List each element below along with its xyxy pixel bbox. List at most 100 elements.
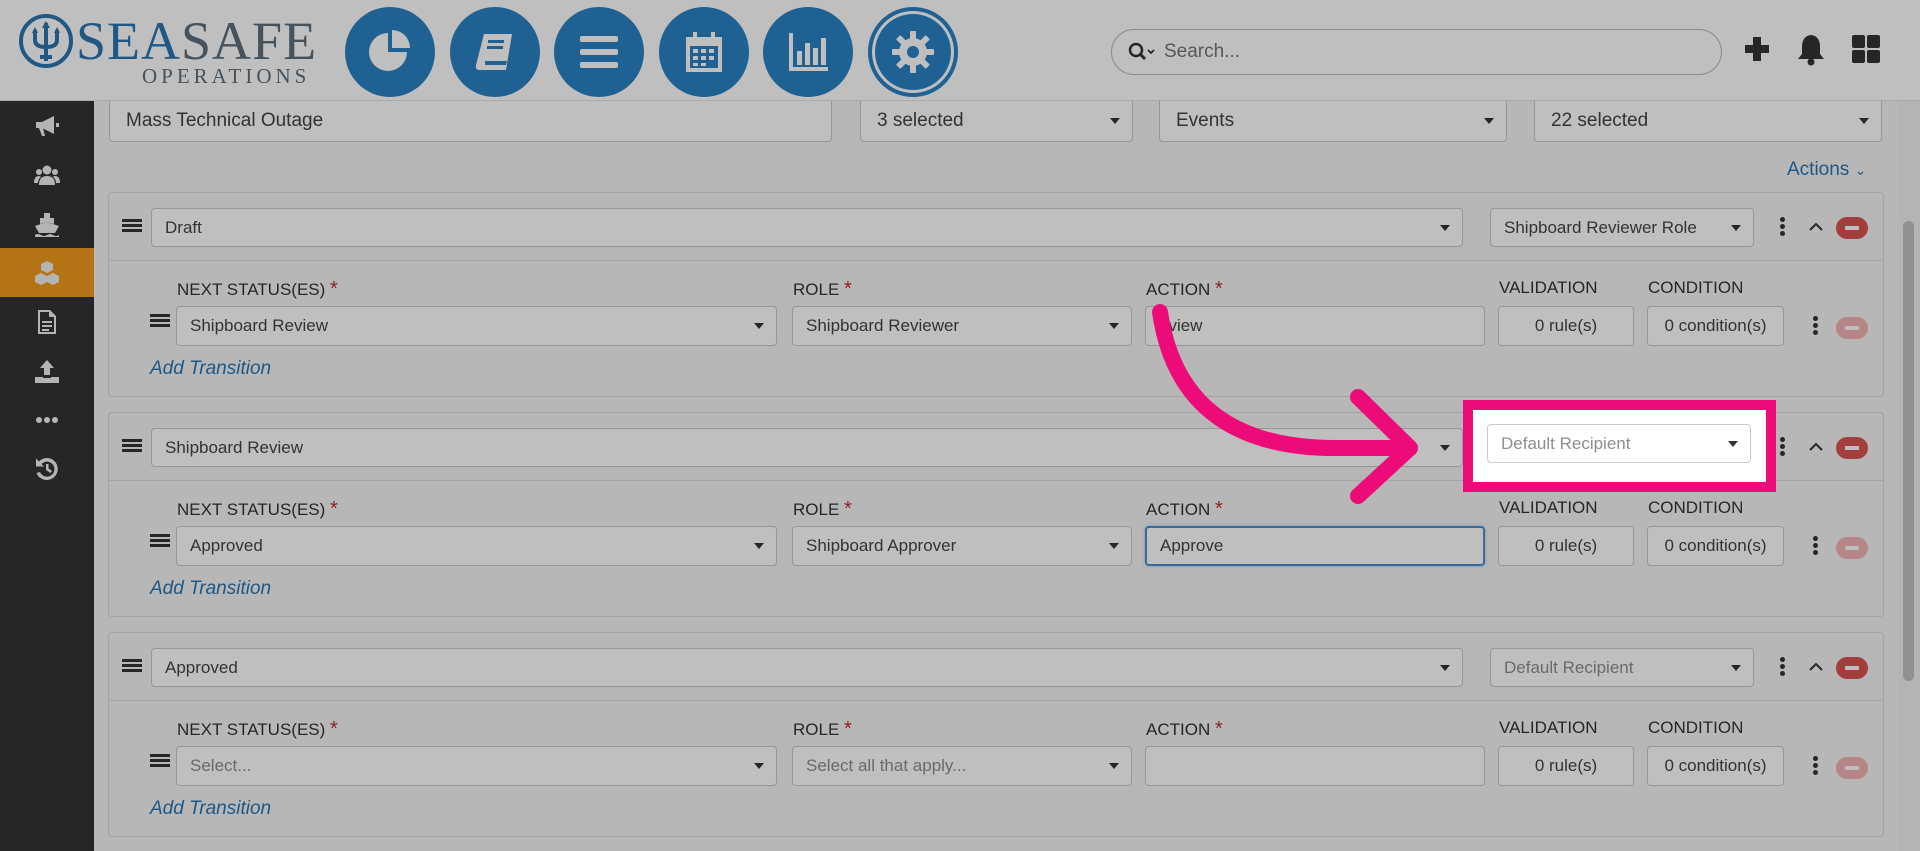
condition-button[interactable]: 0 condition(s) bbox=[1647, 526, 1784, 566]
remove-status-button[interactable] bbox=[1836, 217, 1868, 239]
next-status-select[interactable]: Shipboard Review bbox=[176, 306, 777, 346]
caret-down-icon bbox=[1484, 118, 1494, 124]
nav-logbook-button[interactable] bbox=[450, 7, 540, 97]
recipients-select[interactable]: 22 selected bbox=[1534, 101, 1882, 142]
scrollbar-thumb[interactable] bbox=[1903, 221, 1914, 681]
logo-wordmark: SEASAFE bbox=[76, 11, 318, 71]
nav-reports-button[interactable] bbox=[763, 7, 853, 97]
action-label: ACTION * bbox=[1146, 278, 1223, 300]
chevron-up-icon[interactable] bbox=[1808, 439, 1824, 455]
apps-button[interactable] bbox=[1849, 32, 1883, 66]
validation-label: VALIDATION bbox=[1499, 498, 1598, 517]
remove-status-button[interactable] bbox=[1836, 657, 1868, 679]
validation-label: VALIDATION bbox=[1499, 718, 1598, 737]
sidebar-item-workflows[interactable] bbox=[0, 248, 94, 297]
remove-transition-button[interactable] bbox=[1836, 317, 1868, 339]
kebab-menu-icon[interactable] bbox=[1778, 657, 1786, 679]
status-select[interactable]: Shipboard Review bbox=[151, 428, 1463, 467]
cubes-icon bbox=[35, 260, 59, 285]
caret-down-icon bbox=[1109, 323, 1119, 329]
next-status-select[interactable]: Approved bbox=[176, 526, 777, 566]
recipient-select[interactable]: Shipboard Reviewer Role bbox=[1490, 208, 1754, 247]
role-select[interactable]: Shipboard Approver bbox=[792, 526, 1132, 566]
add-transition-link[interactable]: Add Transition bbox=[150, 358, 271, 380]
sidebar-item-vessels[interactable] bbox=[0, 199, 94, 248]
chevron-up-icon[interactable] bbox=[1808, 219, 1824, 235]
bell-icon bbox=[1798, 35, 1824, 66]
kebab-menu-icon[interactable] bbox=[1778, 437, 1786, 459]
remove-transition-button[interactable] bbox=[1836, 537, 1868, 559]
nav-dashboard-button[interactable] bbox=[345, 7, 435, 97]
condition-button[interactable]: 0 condition(s) bbox=[1647, 746, 1784, 786]
sidebar bbox=[0, 101, 94, 851]
notifications-button[interactable] bbox=[1794, 32, 1828, 66]
sidebar-item-announcements[interactable] bbox=[0, 101, 94, 150]
drag-handle-icon[interactable] bbox=[122, 439, 142, 455]
caret-down-icon bbox=[1440, 444, 1450, 451]
kebab-menu-icon[interactable] bbox=[1811, 316, 1819, 338]
trident-logo-icon bbox=[19, 14, 73, 68]
top-header: SEASAFE OPERATIONS bbox=[0, 0, 1920, 101]
drag-handle-icon[interactable] bbox=[122, 219, 142, 235]
search-bar[interactable] bbox=[1111, 29, 1722, 75]
ship-icon bbox=[35, 212, 59, 237]
seasafe-logo[interactable]: SEASAFE OPERATIONS bbox=[18, 10, 318, 88]
validation-button[interactable]: 0 rule(s) bbox=[1498, 526, 1634, 566]
action-input[interactable] bbox=[1145, 746, 1485, 786]
actions-dropdown[interactable]: Actions ⌄ bbox=[1787, 159, 1866, 181]
status-block: Approved Default Recipient NEXT STATUS(E… bbox=[108, 632, 1884, 837]
vessel-select[interactable]: 3 selected bbox=[860, 101, 1133, 142]
recipient-select[interactable]: Default Recipient bbox=[1487, 424, 1751, 463]
add-button[interactable] bbox=[1740, 32, 1774, 66]
caret-down-icon bbox=[1728, 440, 1738, 447]
pie-chart-icon bbox=[369, 30, 410, 71]
remove-status-button[interactable] bbox=[1836, 437, 1868, 459]
role-label: ROLE * bbox=[793, 718, 852, 740]
caret-down-icon bbox=[754, 543, 764, 549]
drag-handle-icon[interactable] bbox=[150, 754, 170, 770]
type-select[interactable]: Events bbox=[1159, 101, 1507, 142]
nav-settings-button[interactable] bbox=[868, 7, 958, 97]
add-transition-link[interactable]: Add Transition bbox=[150, 578, 271, 600]
recipient-select[interactable]: Default Recipient bbox=[1490, 648, 1754, 687]
history-icon bbox=[36, 457, 58, 480]
action-input[interactable]: Approve bbox=[1145, 526, 1485, 566]
next-status-label: NEXT STATUS(ES) * bbox=[177, 498, 338, 520]
sidebar-item-more[interactable] bbox=[0, 395, 94, 444]
caret-down-icon bbox=[1440, 224, 1450, 231]
drag-handle-icon[interactable] bbox=[122, 659, 142, 675]
nav-calendar-button[interactable] bbox=[659, 7, 749, 97]
condition-button[interactable]: 0 condition(s) bbox=[1647, 306, 1784, 346]
search-icon bbox=[1128, 42, 1155, 61]
validation-button[interactable]: 0 rule(s) bbox=[1498, 746, 1634, 786]
status-select[interactable]: Approved bbox=[151, 648, 1463, 687]
chevron-up-icon[interactable] bbox=[1808, 659, 1824, 675]
sidebar-item-upload[interactable] bbox=[0, 346, 94, 395]
status-select[interactable]: Draft bbox=[151, 208, 1463, 247]
caret-down-icon bbox=[1109, 763, 1119, 769]
sidebar-item-documents[interactable] bbox=[0, 297, 94, 346]
remove-transition-button[interactable] bbox=[1836, 757, 1868, 779]
kebab-menu-icon[interactable] bbox=[1811, 536, 1819, 558]
validation-button[interactable]: 0 rule(s) bbox=[1498, 306, 1634, 346]
kebab-menu-icon[interactable] bbox=[1778, 217, 1786, 239]
next-status-select[interactable]: Select... bbox=[176, 746, 777, 786]
sidebar-item-users[interactable] bbox=[0, 150, 94, 199]
sidebar-item-history[interactable] bbox=[0, 444, 94, 493]
workflow-name-input[interactable]: Mass Technical Outage bbox=[109, 101, 832, 142]
caret-down-icon bbox=[1440, 664, 1450, 671]
drag-handle-icon[interactable] bbox=[150, 534, 170, 550]
search-input[interactable] bbox=[1164, 41, 1664, 63]
kebab-menu-icon[interactable] bbox=[1811, 756, 1819, 778]
role-select[interactable]: Select all that apply... bbox=[792, 746, 1132, 786]
condition-label: CONDITION bbox=[1648, 498, 1744, 517]
nav-list-button[interactable] bbox=[554, 7, 644, 97]
action-input[interactable]: eview bbox=[1145, 306, 1485, 346]
role-select[interactable]: Shipboard Reviewer bbox=[792, 306, 1132, 346]
vertical-scrollbar[interactable] bbox=[1898, 101, 1920, 851]
upload-icon bbox=[35, 359, 59, 383]
add-transition-link[interactable]: Add Transition bbox=[150, 798, 271, 820]
drag-handle-icon[interactable] bbox=[150, 314, 170, 330]
list-icon bbox=[580, 36, 618, 68]
caret-down-icon bbox=[754, 323, 764, 329]
